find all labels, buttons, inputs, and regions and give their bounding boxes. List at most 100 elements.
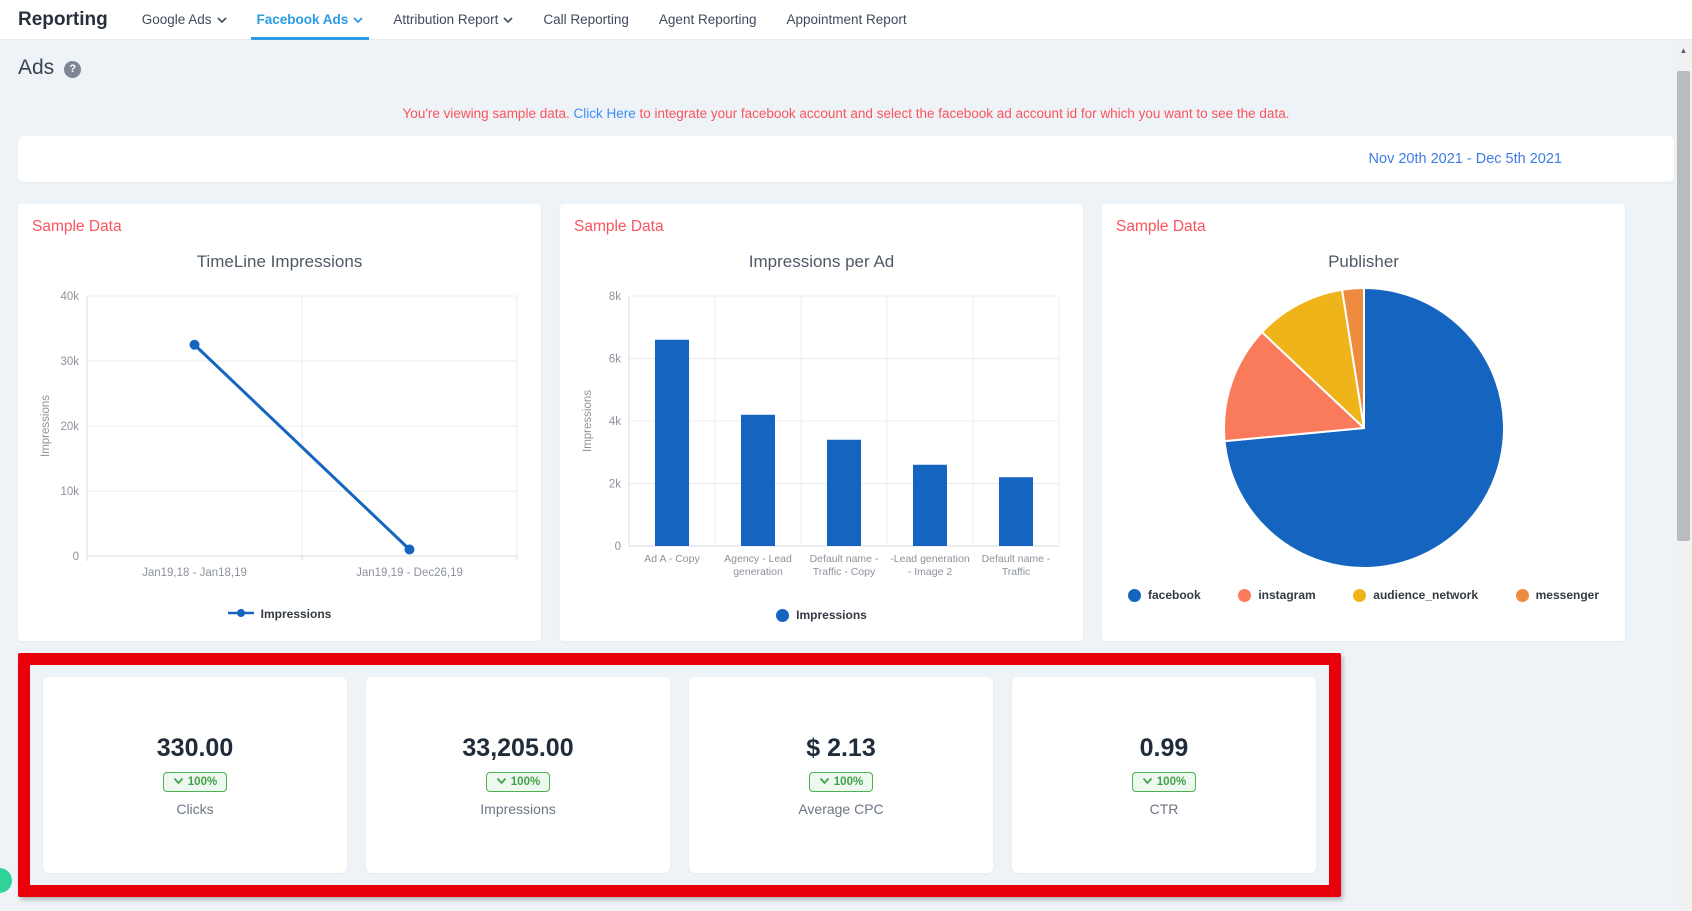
banner-text-suffix: to integrate your facebook account and s… [639, 106, 1290, 121]
svg-text:4k: 4k [608, 416, 620, 428]
tab-google-ads[interactable]: Google Ads [142, 0, 227, 40]
help-icon[interactable]: ? [64, 60, 82, 78]
stat-value: 0.99 [1139, 733, 1189, 762]
svg-text:- Image 2: - Image 2 [907, 566, 952, 578]
svg-text:Ad A - Copy: Ad A - Copy [644, 553, 700, 565]
legend-label: facebook [1148, 588, 1201, 602]
svg-text:Traffic - Copy: Traffic - Copy [812, 566, 875, 578]
svg-text:10k: 10k [60, 486, 79, 498]
impressions-per-ad-card: Sample Data Impressions per Ad 0 2k 4k 6k 8k… [560, 204, 1083, 641]
chart-title: Impressions per Ad [748, 252, 895, 271]
impressions-per-ad-bar-chart: 0 2k 4k 6k 8k Ad A - Copy Agency - Leadgenerat… [582, 291, 1059, 578]
tab-appointment-report[interactable]: Appointment Report [787, 0, 907, 40]
dot-legend-marker-icon [1515, 588, 1529, 602]
vertical-scrollbar[interactable]: ▲ [1675, 41, 1692, 911]
publisher-pie-chart [1222, 287, 1505, 569]
tab-attribution-report[interactable]: Attribution Report [393, 0, 513, 40]
main-content: Ads ? You're viewing sample data. Click … [0, 56, 1692, 897]
svg-text:Jan19,19 - Dec26,19: Jan19,19 - Dec26,19 [356, 567, 463, 579]
legend-item-facebook[interactable]: facebook [1128, 588, 1201, 602]
change-percent: 100% [187, 775, 218, 788]
stat-card-impressions: 33,205.00 100% Impressions [366, 677, 670, 873]
stat-value: $ 2.13 [806, 733, 876, 762]
svg-text:2k: 2k [608, 479, 620, 491]
highlight-frame: 330.00 100% Clicks 33,205.00 100% Impres… [18, 653, 1341, 897]
stat-value: 330.00 [156, 733, 234, 762]
chevron-down-icon [216, 16, 227, 23]
stat-label: Impressions [480, 800, 556, 817]
publisher-card: Sample Data Publisher facebook instagram… [1102, 204, 1625, 641]
change-badge: 100% [808, 771, 874, 792]
svg-text:40k: 40k [60, 291, 79, 303]
legend-label: audience_network [1373, 588, 1478, 602]
tab-label: Google Ads [141, 12, 212, 27]
legend-item-impressions[interactable]: Impressions [227, 605, 332, 623]
legend-label: instagram [1258, 588, 1316, 602]
tab-label: Facebook Ads [256, 12, 349, 27]
tab-label: Agent Reporting [658, 12, 757, 27]
page-title: Ads [18, 56, 55, 79]
sample-data-banner: You're viewing sample data. Click Here t… [18, 106, 1674, 121]
chevron-down-icon [819, 776, 830, 788]
change-percent: 100% [833, 775, 864, 788]
dot-legend-marker-icon [1238, 588, 1252, 602]
tab-label: Appointment Report [786, 12, 907, 27]
app-title: Reporting [18, 8, 108, 30]
stat-card-clicks: 330.00 100% Clicks [43, 677, 347, 873]
tab-facebook-ads[interactable]: Facebook Ads [250, 0, 370, 40]
legend-label: Impressions [796, 608, 867, 622]
stat-label: Average CPC [798, 800, 884, 817]
tab-agent-reporting[interactable]: Agent Reporting [659, 0, 757, 40]
legend-item-audience-network[interactable]: audience_network [1353, 588, 1478, 602]
chart-title: TimeLine Impressions [196, 252, 363, 271]
chevron-down-icon [353, 16, 363, 23]
timeline-impressions-card: Sample Data TimeLine Impressions 0 10k 20k… [18, 204, 541, 641]
change-badge: 100% [1131, 771, 1197, 792]
svg-text:Default name -: Default name - [809, 553, 878, 565]
svg-text:20k: 20k [60, 421, 79, 433]
dot-legend-marker-icon [776, 608, 790, 622]
stat-card-ctr: 0.99 100% CTR [1012, 677, 1316, 873]
svg-text:6k: 6k [608, 354, 620, 366]
chevron-down-icon [173, 776, 184, 788]
stat-label: Clicks [176, 800, 214, 817]
legend-label: Impressions [260, 607, 332, 621]
change-badge: 100% [485, 771, 551, 792]
stat-label: CTR [1149, 800, 1179, 817]
legend-item-instagram[interactable]: instagram [1238, 588, 1316, 602]
tab-label: Call Reporting [543, 12, 629, 27]
svg-text:0: 0 [72, 551, 78, 563]
sample-data-label: Sample Data [32, 218, 122, 235]
svg-text:30k: 30k [60, 356, 79, 368]
svg-text:Agency - Lead: Agency - Lead [724, 553, 792, 565]
svg-text:Impressions: Impressions [582, 390, 594, 452]
click-here-link[interactable]: Click Here [574, 106, 636, 121]
svg-text:-Lead generation: -Lead generation [890, 553, 970, 565]
svg-text:generation: generation [733, 566, 783, 578]
top-navigation: Reporting Google Ads Facebook Ads Attrib… [0, 0, 1692, 40]
sample-data-label: Sample Data [574, 218, 664, 235]
sample-data-label: Sample Data [1116, 218, 1206, 235]
legend-label: messenger [1535, 588, 1599, 602]
tab-label: Attribution Report [393, 12, 499, 27]
chevron-down-icon [496, 776, 507, 788]
change-percent: 100% [1156, 775, 1187, 788]
dot-legend-marker-icon [1128, 588, 1141, 602]
dot-legend-marker-icon [1353, 588, 1367, 602]
svg-text:Jan19,18 - Jan18,19: Jan19,18 - Jan18,19 [142, 567, 247, 579]
svg-text:Traffic: Traffic [1001, 566, 1030, 578]
legend-item-impressions[interactable]: Impressions [776, 608, 867, 622]
banner-text-prefix: You're viewing sample data. [402, 106, 570, 121]
date-range-picker[interactable]: Nov 20th 2021 - Dec 5th 2021 [1369, 151, 1562, 167]
svg-text:Default name -: Default name - [981, 553, 1050, 565]
chevron-down-icon [503, 16, 513, 23]
legend-item-messenger[interactable]: messenger [1515, 588, 1599, 602]
chevron-down-icon [1142, 776, 1153, 788]
svg-text:8k: 8k [608, 291, 620, 303]
scrollbar-thumb[interactable] [1677, 71, 1690, 541]
svg-text:0: 0 [614, 541, 620, 553]
scroll-up-arrow-icon[interactable]: ▲ [1675, 41, 1692, 59]
svg-text:Impressions: Impressions [40, 395, 52, 457]
timeline-impressions-line-chart: 0 10k 20k 30k 40k Jan19,18 - Jan18,19 Jan19,19… [40, 291, 517, 579]
tab-call-reporting[interactable]: Call Reporting [543, 0, 629, 40]
